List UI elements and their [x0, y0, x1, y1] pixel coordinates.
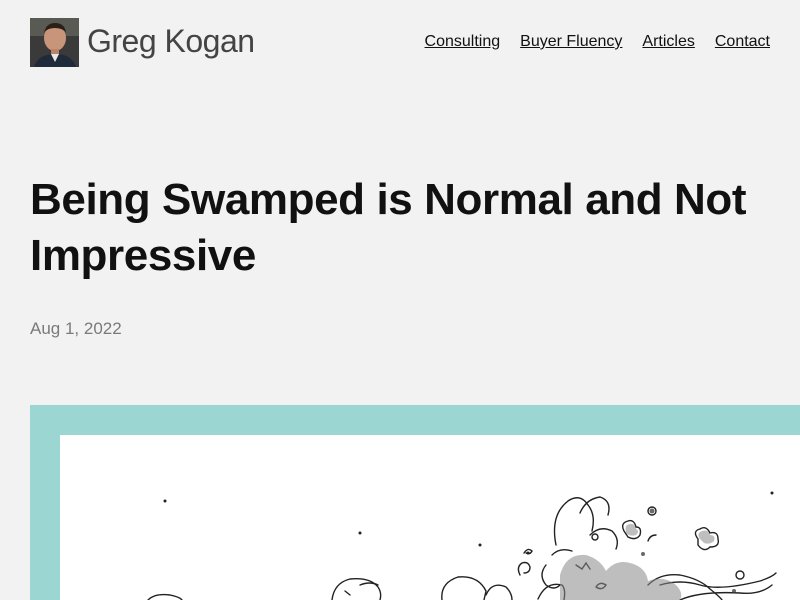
hero-image [60, 435, 800, 600]
nav-link-contact[interactable]: Contact [715, 32, 770, 52]
nav-link-consulting[interactable]: Consulting [425, 32, 501, 52]
swamped-cartoon-illustration-icon [147, 491, 777, 600]
author-photo-icon [30, 18, 79, 67]
main-nav: Consulting Buyer Fluency Articles Contac… [425, 32, 770, 52]
hero-image-frame [30, 405, 800, 600]
site-name-link[interactable]: Greg Kogan [87, 21, 255, 61]
article-title: Being Swamped is Normal and Not Impressi… [30, 175, 747, 280]
nav-link-buyer-fluency[interactable]: Buyer Fluency [520, 32, 622, 52]
article-date: Aug 1, 2022 [30, 319, 122, 338]
author-avatar[interactable] [30, 18, 79, 67]
site-header: Greg Kogan Consulting Buyer Fluency Arti… [30, 18, 770, 67]
nav-link-articles[interactable]: Articles [642, 32, 694, 52]
